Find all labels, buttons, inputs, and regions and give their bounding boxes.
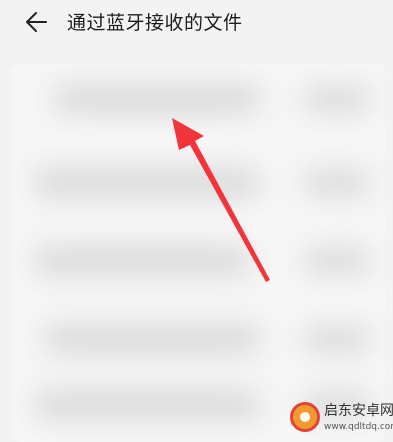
file-list <box>12 64 385 442</box>
list-item[interactable] <box>12 224 385 304</box>
arrow-left-icon <box>26 12 47 32</box>
list-item[interactable] <box>12 144 385 224</box>
back-button[interactable] <box>24 10 50 34</box>
watermark-logo-icon <box>290 402 320 432</box>
watermark-url: www.qdltdq.com <box>324 422 393 432</box>
site-watermark: 启东安卓网 www.qdltdq.com <box>290 400 393 440</box>
watermark-name: 启东安卓网 <box>324 403 393 419</box>
list-item[interactable] <box>12 304 385 384</box>
bluetooth-received-files-screen: 通过蓝牙接收的文件 启东安卓网 www.qdltdq.com <box>0 0 393 442</box>
list-item[interactable] <box>12 64 385 144</box>
top-bar: 通过蓝牙接收的文件 <box>0 0 393 44</box>
page-title: 通过蓝牙接收的文件 <box>67 12 243 34</box>
